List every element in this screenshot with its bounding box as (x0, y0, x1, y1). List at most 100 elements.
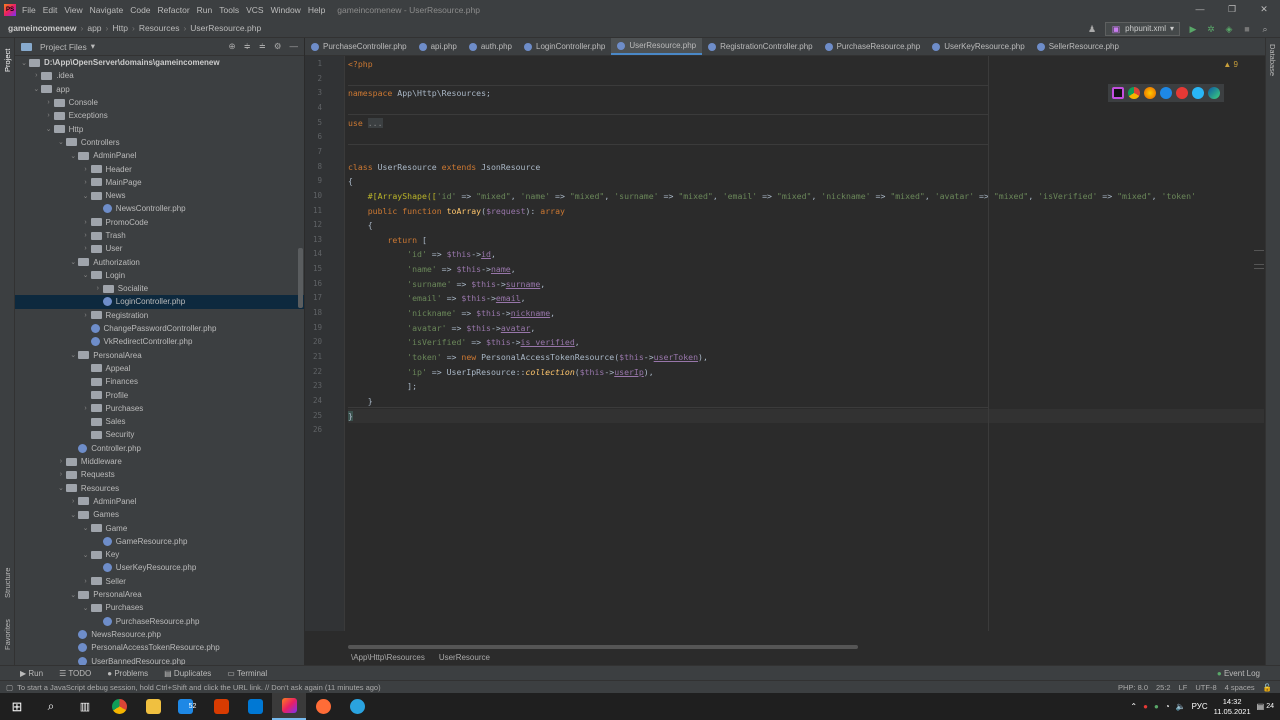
stop-icon[interactable]: ■ (1242, 24, 1252, 34)
chevron-right-icon[interactable]: › (81, 232, 91, 239)
menu-item-file[interactable]: File (22, 5, 36, 15)
tree-file[interactable]: PurchaseResource.php (15, 614, 304, 627)
ie-icon[interactable] (1192, 87, 1204, 99)
chevron-right-icon[interactable]: › (81, 219, 91, 226)
tree-folder[interactable]: › Purchases (15, 402, 304, 415)
tool-button-todo[interactable]: ☰ TODO (59, 669, 91, 678)
chevron-right-icon[interactable]: › (93, 285, 103, 292)
code-line[interactable]: } (348, 410, 353, 424)
indent-setting[interactable]: 4 spaces (1225, 683, 1255, 692)
tree-folder[interactable]: › Header (15, 162, 304, 175)
tool-button-run[interactable]: ▶ Run (20, 669, 43, 678)
chevron-down-icon[interactable]: ⌄ (68, 351, 78, 359)
editor-tab[interactable]: auth.php (463, 38, 518, 55)
chevron-right-icon[interactable]: › (56, 471, 66, 478)
chevron-right-icon[interactable]: › (56, 458, 66, 465)
phpstorm-taskbar-icon[interactable] (272, 693, 306, 720)
tree-folder[interactable]: Profile (15, 388, 304, 401)
chevron-right-icon[interactable]: › (44, 99, 54, 106)
tool-tab-project[interactable]: Project (3, 49, 12, 72)
task-view-icon[interactable]: ▥ (68, 693, 102, 720)
code-editor[interactable]: <?php namespace App\Http\Resources; use ..… (348, 56, 1264, 631)
tree-folder[interactable]: › MainPage (15, 176, 304, 189)
tree-folder[interactable]: ⌄ Key (15, 548, 304, 561)
chevron-right-icon[interactable]: › (81, 179, 91, 186)
chevron-down-icon[interactable]: ⌄ (31, 85, 41, 93)
close-icon[interactable]: ✕ (1248, 4, 1280, 15)
chevron-down-icon[interactable]: ⌄ (81, 524, 91, 532)
chevron-right-icon[interactable]: › (81, 245, 91, 252)
menu-item-help[interactable]: Help (308, 5, 325, 15)
editor-tab[interactable]: SellerResource.php (1031, 38, 1125, 55)
tree-folder[interactable]: ⌄ app (15, 83, 304, 96)
search-icon[interactable]: ⌕ (34, 693, 68, 720)
tree-scrollbar[interactable] (298, 248, 303, 308)
network-icon[interactable]: ◔ (1165, 702, 1170, 711)
menu-item-edit[interactable]: Edit (43, 5, 58, 15)
restore-icon[interactable]: ❐ (1216, 4, 1248, 15)
menu-item-vcs[interactable]: VCS (246, 5, 263, 15)
explorer-taskbar-icon[interactable] (136, 693, 170, 720)
menu-item-window[interactable]: Window (271, 5, 301, 15)
caret-position[interactable]: 25:2 (1156, 683, 1171, 692)
tree-folder[interactable]: › Requests (15, 468, 304, 481)
editor-tab[interactable]: RegistrationController.php (702, 38, 819, 55)
code-line[interactable]: public function toArray($request): array (348, 206, 565, 219)
tree-folder[interactable]: › Console (15, 96, 304, 109)
line-separator[interactable]: LF (1179, 683, 1188, 692)
tree-folder[interactable]: › Exceptions (15, 109, 304, 122)
safari-icon[interactable] (1160, 87, 1172, 99)
minimize-icon[interactable]: — (1184, 4, 1216, 15)
editor-tab[interactable]: PurchaseController.php (305, 38, 413, 55)
tree-folder[interactable]: › User (15, 242, 304, 255)
run-icon[interactable]: ▶ (1188, 24, 1198, 34)
tree-file[interactable]: ChangePasswordController.php (15, 322, 304, 335)
clock[interactable]: 14:32 11.05.2021 (1214, 697, 1251, 717)
menu-item-refactor[interactable]: Refactor (158, 5, 190, 15)
editor-tab[interactable]: UserKeyResource.php (926, 38, 1030, 55)
chevron-up-icon[interactable]: ⌃ (1130, 702, 1137, 711)
code-line[interactable]: 'token' => new PersonalAccessTokenResour… (348, 352, 708, 365)
chevron-down-icon[interactable]: ⌄ (81, 192, 91, 200)
code-line[interactable]: 'nickname' => $this->nickname, (348, 308, 555, 321)
hide-icon[interactable]: — (290, 41, 299, 52)
tree-file[interactable]: NewsController.php (15, 202, 304, 215)
tree-folder[interactable]: ⌄ Login (15, 269, 304, 282)
chevron-down-icon[interactable]: ⌄ (68, 591, 78, 599)
tree-file[interactable]: VkRedirectController.php (15, 335, 304, 348)
chrome-taskbar-icon[interactable] (102, 693, 136, 720)
chevron-right-icon[interactable]: › (44, 112, 54, 119)
code-line[interactable]: 'id' => $this->id, (348, 249, 496, 262)
tray-app-icon[interactable]: ● (1143, 702, 1148, 711)
chevron-right-icon[interactable]: › (68, 498, 78, 505)
language-indicator[interactable]: РУС (1192, 702, 1208, 711)
chevron-down-icon[interactable]: ⌄ (44, 125, 54, 133)
tree-folder[interactable]: ⌄ PersonalArea (15, 588, 304, 601)
event-log-button[interactable]: ● Event Log (1217, 669, 1280, 678)
tree-folder[interactable]: › .idea (15, 69, 304, 82)
tree-folder[interactable]: ⌄ AdminPanel (15, 149, 304, 162)
code-line[interactable]: class UserResource extends JsonResource (348, 162, 540, 175)
chevron-down-icon[interactable]: ⌄ (81, 271, 91, 279)
breadcrumb-item[interactable]: Http (112, 23, 128, 33)
tree-folder[interactable]: ⌄ Controllers (15, 136, 304, 149)
horizontal-scrollbar[interactable] (348, 645, 858, 649)
opera-icon[interactable] (1176, 87, 1188, 99)
search-icon[interactable]: ⌕ (1260, 24, 1270, 34)
tree-file[interactable]: LoginController.php (15, 295, 304, 309)
chevron-down-icon[interactable]: ⌄ (81, 551, 91, 559)
tree-folder[interactable]: › Middleware (15, 455, 304, 468)
chevron-down-icon[interactable]: ▾ (91, 41, 95, 52)
gear-icon[interactable]: ⚙ (274, 41, 282, 52)
firefox-icon[interactable] (1144, 87, 1156, 99)
tray-app-icon[interactable]: ● (1154, 702, 1159, 711)
breadcrumb-item[interactable]: UserResource.php (190, 23, 261, 33)
tool-tab-favorites[interactable]: Favorites (3, 619, 12, 650)
tree-folder[interactable]: Finances (15, 375, 304, 388)
volume-icon[interactable]: 🔈 (1176, 702, 1186, 711)
editor-tab[interactable]: api.php (413, 38, 463, 55)
editor-tab[interactable]: LoginController.php (518, 38, 611, 55)
menu-item-navigate[interactable]: Navigate (90, 5, 124, 15)
tree-folder[interactable]: ⌄ Http (15, 122, 304, 135)
locate-icon[interactable]: ⊕ (229, 41, 236, 52)
